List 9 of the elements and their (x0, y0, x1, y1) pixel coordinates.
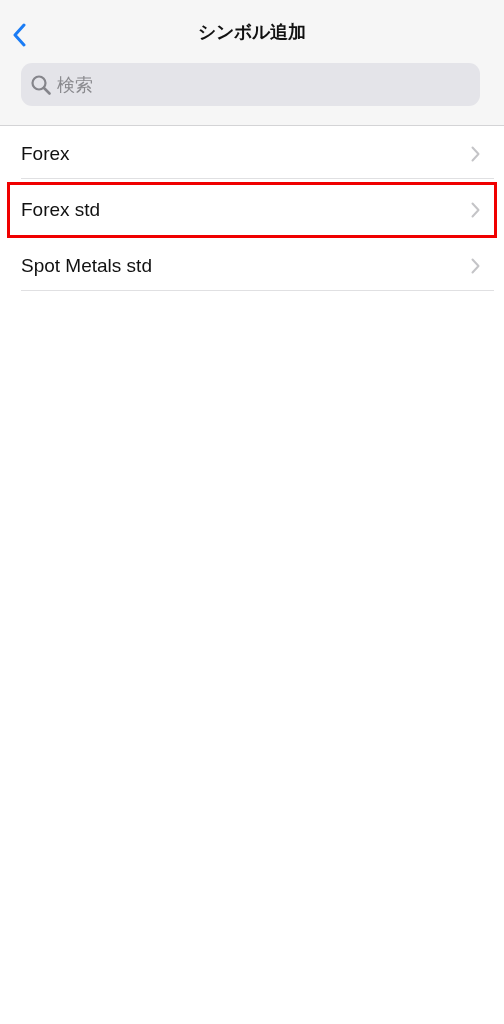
chevron-icon (471, 257, 480, 274)
search-field[interactable]: 検索 (21, 63, 480, 106)
chevron-icon (471, 145, 480, 162)
chevron-icon (471, 201, 480, 218)
list-item[interactable]: Spot Metals std (0, 238, 497, 294)
screen-title: シンボル追加 (198, 19, 306, 44)
list-item[interactable]: Forex (0, 126, 497, 182)
list-item[interactable]: Forex std (7, 182, 497, 238)
back-icon[interactable] (12, 23, 26, 47)
